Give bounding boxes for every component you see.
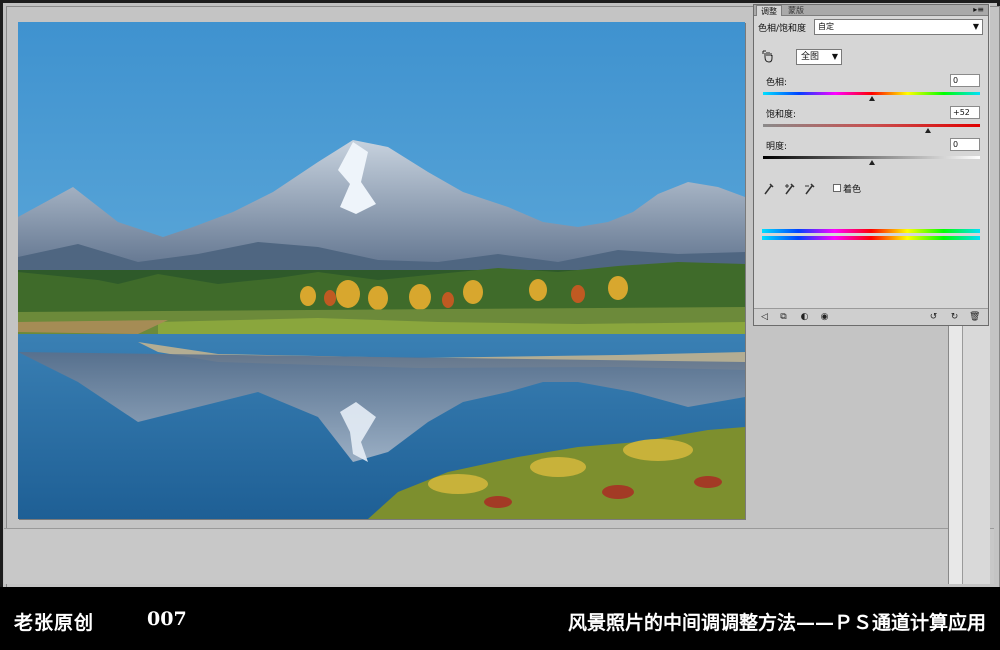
clip-layer-icon[interactable]: ⧉ xyxy=(778,312,789,322)
previous-state-icon[interactable]: ↺ xyxy=(928,312,939,322)
chevron-down-icon: ▼ xyxy=(972,22,979,31)
colorize-label: 着色 xyxy=(843,185,862,195)
input-spectrum-bar xyxy=(762,229,980,233)
lightness-slider-thumb[interactable] xyxy=(868,160,875,165)
eyedropper-minus-icon[interactable] xyxy=(804,182,816,196)
saturation-slider-track[interactable] xyxy=(763,124,980,127)
eye-icon[interactable]: ◉ xyxy=(819,312,830,322)
saturation-value-field[interactable]: +52 xyxy=(950,106,980,119)
panel-dock-strip xyxy=(948,326,962,584)
landscape-photo xyxy=(18,22,745,519)
photo-canvas[interactable] xyxy=(18,22,745,519)
trash-icon[interactable]: 🗑 xyxy=(969,312,980,322)
eyedropper-plus-icon[interactable] xyxy=(784,182,796,196)
saturation-label: 饱和度: xyxy=(766,110,797,120)
eyedropper-icon[interactable] xyxy=(763,182,775,196)
hue-slider-thumb[interactable] xyxy=(868,96,875,101)
author-label: 老张原创 xyxy=(14,612,95,634)
reset-icon[interactable]: ↻ xyxy=(949,312,960,322)
saturation-slider-thumb[interactable] xyxy=(924,128,931,133)
chevron-down-icon: ▼ xyxy=(831,52,838,61)
layer-visibility-icon[interactable]: ◐ xyxy=(799,312,810,322)
edit-range-value: 全图 xyxy=(801,52,820,62)
lightness-value-field[interactable]: 0 xyxy=(950,138,980,151)
hue-slider-track[interactable] xyxy=(763,92,980,95)
tab-masks[interactable]: 蒙版 xyxy=(784,5,808,16)
lesson-title: 风景照片的中间调调整方法——ＰＳ通道计算应用 xyxy=(567,612,986,634)
caption-bar: 老张原创 007 风景照片的中间调调整方法——ＰＳ通道计算应用 xyxy=(0,587,1000,650)
lightness-label: 明度: xyxy=(766,142,788,152)
tab-adjustments[interactable]: 调整 xyxy=(756,5,782,16)
adjustments-panel: 调整 蒙版 ▸≡ 色相/饱和度 自定 ▼ 全图 ▼ 色相: 0 饱和度: +52… xyxy=(753,4,989,326)
output-spectrum-bar xyxy=(762,236,980,240)
edit-range-dropdown[interactable]: 全图 ▼ xyxy=(796,49,842,65)
colorize-checkbox[interactable] xyxy=(833,184,841,192)
back-arrow-icon[interactable]: ◁ xyxy=(759,312,770,322)
preset-dropdown[interactable]: 自定 ▼ xyxy=(814,19,983,35)
workspace-bottom-strip xyxy=(4,528,994,584)
hue-value-field[interactable]: 0 xyxy=(950,74,980,87)
hue-label: 色相: xyxy=(766,78,788,88)
lightness-slider-track[interactable] xyxy=(763,156,980,159)
lesson-number: 007 xyxy=(147,608,187,630)
menu-icon[interactable]: ▸≡ xyxy=(973,5,984,15)
panel-footer: ◁ ⧉ ◐ ◉ ↺ ↻ 🗑 xyxy=(754,308,988,325)
adjustment-type-label: 色相/饱和度 xyxy=(758,24,807,34)
targeted-adjustment-hand-icon[interactable] xyxy=(762,50,776,64)
preset-value: 自定 xyxy=(818,22,834,31)
panel-tab-bar: 调整 蒙版 ▸≡ xyxy=(754,5,988,16)
